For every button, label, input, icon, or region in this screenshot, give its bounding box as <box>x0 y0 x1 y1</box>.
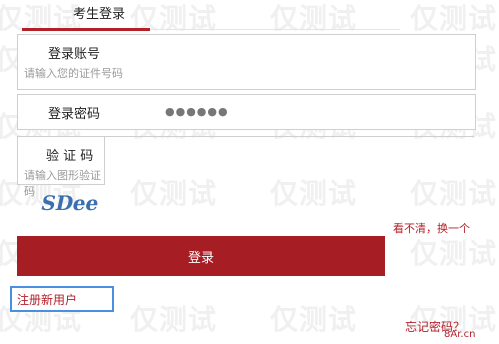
account-input[interactable]: 请输入您的证件号码 <box>24 65 123 81</box>
captcha-label: 验 证 码 <box>46 149 94 164</box>
brand-mark: 8Ar.cn <box>444 329 476 340</box>
watermark-text: 仅测试 <box>270 303 358 336</box>
watermark-text: 仅测试 <box>270 2 358 35</box>
account-field[interactable]: 登录账号 请输入您的证件号码 <box>17 34 476 90</box>
captcha-field-top-border <box>104 136 474 184</box>
tab-divider <box>150 29 400 30</box>
captcha-field[interactable]: 验 证 码 请输入图形验证码 <box>17 136 105 198</box>
captcha-image[interactable]: SDee <box>30 188 110 218</box>
login-button[interactable]: 登录 <box>17 236 385 276</box>
watermark-text: 仅测试 <box>130 2 218 35</box>
watermark-text: 仅测试 <box>0 2 83 35</box>
password-field[interactable]: 登录密码 ●●●●●● <box>17 94 476 130</box>
register-button[interactable]: 注册新用户 <box>10 286 114 312</box>
login-tab-title[interactable]: 考生登录 <box>73 3 125 22</box>
account-label: 登录账号 <box>48 47 101 62</box>
watermark-text: 仅测试 <box>130 303 218 336</box>
captcha-text: SDee <box>38 191 102 215</box>
refresh-captcha-link[interactable]: 看不清，换一个 <box>393 220 470 236</box>
watermark-text: 仅测试 <box>410 237 498 270</box>
active-tab-indicator <box>22 28 150 31</box>
password-label: 登录密码 <box>48 107 101 122</box>
password-input[interactable]: ●●●●●● <box>165 105 229 118</box>
watermark-text: 仅测试 <box>410 2 498 35</box>
